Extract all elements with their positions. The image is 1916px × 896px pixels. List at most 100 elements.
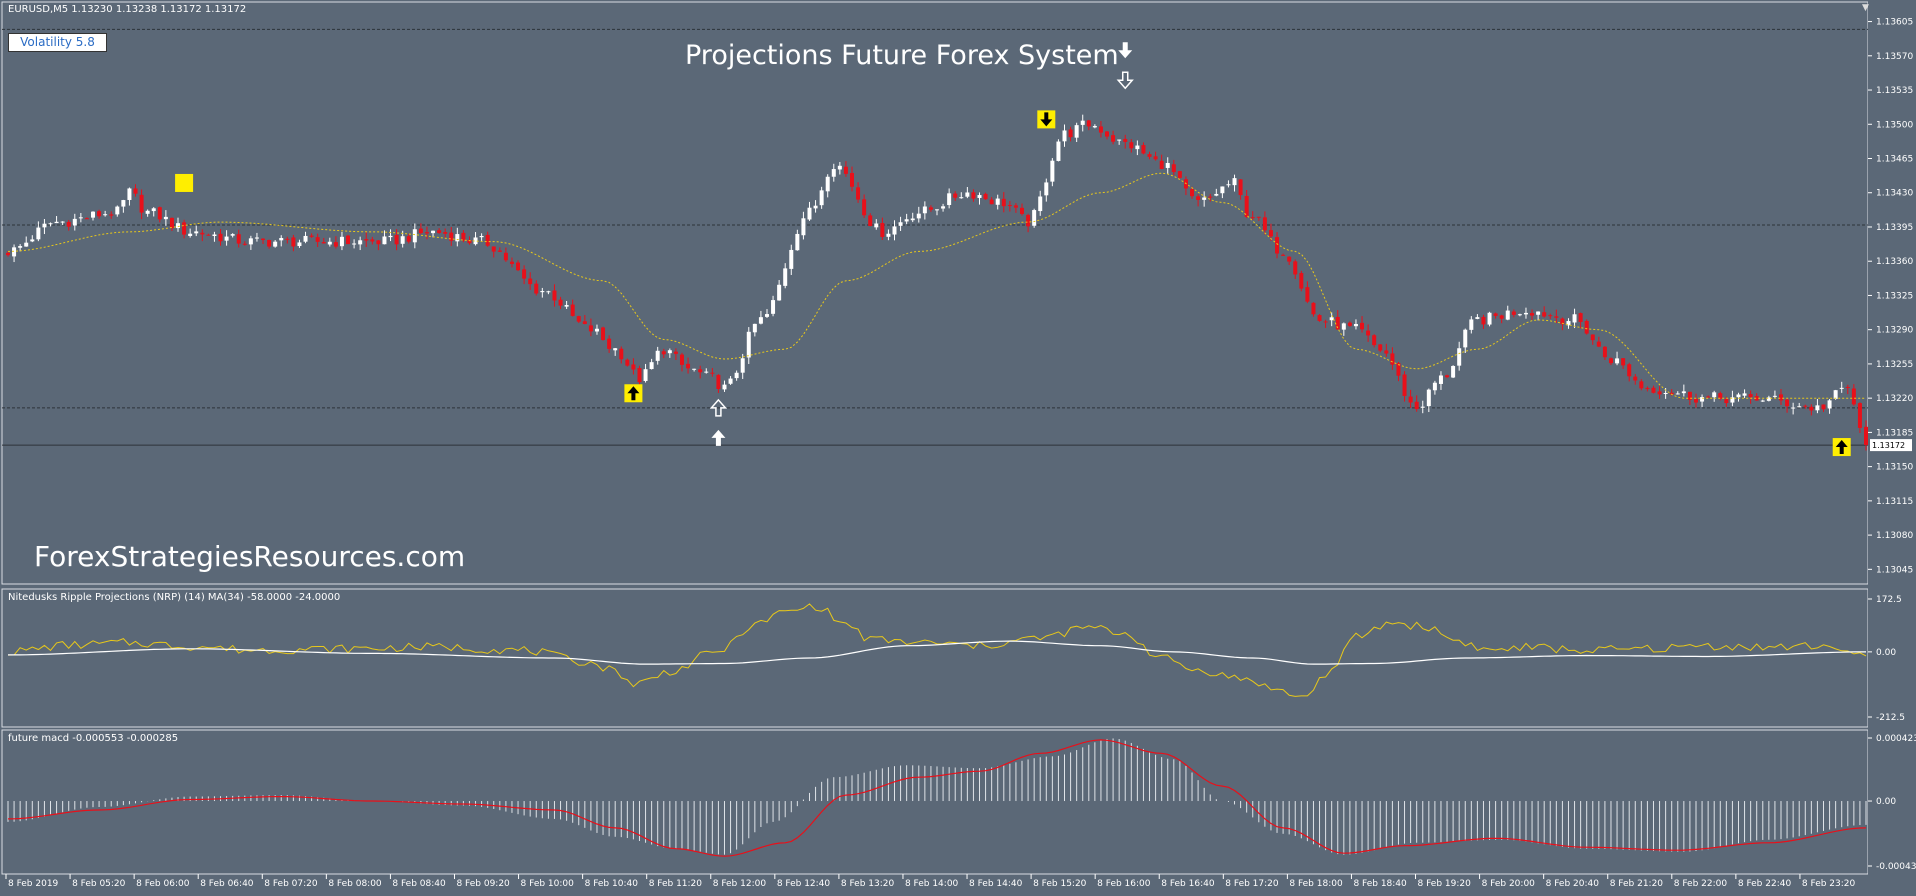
candle-body — [248, 238, 253, 245]
candle-body — [1268, 230, 1273, 237]
candle-body — [1851, 388, 1856, 405]
price-tick-label: 1.13500 — [1876, 120, 1913, 130]
candle-body — [24, 242, 29, 247]
candle-body — [1153, 156, 1158, 160]
candle-body — [1293, 261, 1298, 275]
candle-body — [947, 193, 952, 206]
candle-body — [333, 242, 338, 247]
candle-body — [977, 195, 982, 198]
candle-body — [1232, 178, 1237, 186]
time-tick-label: 8 Feb 17:20 — [1225, 879, 1279, 889]
mt4-chart-window[interactable]: 1.13605 1.13570 1.13535 1.13500 1.13465 1.134… — [0, 0, 1916, 896]
candle-body — [1360, 322, 1365, 330]
candle-body — [910, 218, 915, 221]
candle-body — [522, 269, 527, 279]
time-tick-label: 8 Feb 13:20 — [841, 879, 895, 889]
sell-signal-icon — [1037, 110, 1056, 129]
candle-body — [1317, 315, 1322, 321]
candle-body — [995, 198, 1000, 205]
price-tick-label: 1.13360 — [1876, 257, 1913, 267]
candle-body — [273, 241, 278, 247]
candle-body — [1517, 314, 1522, 316]
price-tick-label: 1.13255 — [1876, 360, 1913, 370]
candle-body — [418, 228, 423, 234]
candle-body — [42, 223, 47, 228]
candle-body — [339, 236, 344, 247]
symbol-header: EURUSD,M5 1.13230 1.13238 1.13172 1.1317… — [8, 4, 247, 15]
candle-body — [1760, 400, 1765, 402]
candle-body — [667, 350, 672, 354]
time-tick-label: 8 Feb 21:20 — [1610, 879, 1664, 889]
chart-canvas[interactable]: 1.13605 1.13570 1.13535 1.13500 1.13465 1.134… — [0, 0, 1916, 896]
candle-body — [1208, 196, 1213, 198]
time-tick-label: 8 Feb 11:20 — [649, 879, 703, 889]
candle-body — [558, 299, 563, 306]
time-tick-label: 8 Feb 19:20 — [1418, 879, 1472, 889]
candle-body — [1038, 196, 1043, 212]
candle-body — [1329, 317, 1334, 321]
nrp-scale-label: -212.5 — [1876, 713, 1905, 723]
candle-body — [1165, 163, 1170, 168]
candle-body — [254, 237, 259, 239]
price-tick-label: 1.13395 — [1876, 223, 1913, 233]
candle-body — [801, 218, 806, 236]
price-tick-label: 1.13570 — [1876, 52, 1913, 62]
candle-body — [856, 187, 861, 200]
candle-body — [1639, 381, 1644, 389]
candle-body — [649, 362, 654, 370]
candle-body — [1341, 323, 1346, 330]
candle-body — [831, 169, 836, 177]
candle-body — [60, 221, 65, 223]
candle-body — [1220, 186, 1225, 194]
candle-body — [18, 246, 23, 248]
candle-body — [1596, 341, 1601, 347]
time-tick-label: 8 Feb 05:20 — [72, 879, 126, 889]
price-tick-label: 1.13465 — [1876, 155, 1913, 165]
candle-body — [503, 252, 508, 261]
candle-body — [12, 247, 17, 257]
time-tick-label: 8 Feb 16:40 — [1161, 879, 1215, 889]
candle-body — [1797, 406, 1802, 408]
chart-dropdown-icon[interactable]: ▼ — [1862, 3, 1869, 13]
time-tick-label: 8 Feb 12:00 — [713, 879, 767, 889]
candle-body — [582, 321, 587, 324]
candle-body — [1615, 358, 1620, 364]
candle-body — [625, 359, 630, 366]
candle-body — [716, 374, 721, 389]
candle-body — [1092, 126, 1097, 128]
candle-body — [1845, 386, 1850, 388]
candle-body — [546, 291, 551, 293]
candle-body — [461, 232, 466, 241]
candle-body — [1785, 399, 1790, 407]
candle-body — [1827, 400, 1832, 409]
candle-body — [1147, 154, 1152, 157]
time-tick-label: 8 Feb 08:00 — [328, 879, 382, 889]
candle-body — [1657, 391, 1662, 395]
candle-body — [862, 199, 867, 216]
candle-body — [1815, 405, 1820, 411]
candle-body — [121, 200, 126, 207]
candle-body — [1299, 273, 1304, 289]
candle-body — [346, 235, 351, 245]
candle-body — [479, 236, 484, 238]
time-tick-label: 8 Feb 20:00 — [1482, 879, 1536, 889]
candle-body — [78, 217, 83, 219]
candle-body — [1117, 139, 1122, 141]
candle-body — [637, 368, 642, 383]
candle-body — [382, 236, 387, 245]
candle-body — [1007, 205, 1012, 207]
nrp-panel-label: Nitedusks Ripple Projections (NRP) (14) … — [8, 592, 341, 603]
candle-body — [376, 240, 381, 245]
candle-body — [679, 354, 684, 365]
price-tick-label: 1.13290 — [1876, 326, 1913, 336]
candle-body — [1105, 131, 1110, 137]
candle-body — [1250, 217, 1255, 219]
candle-body — [303, 235, 308, 242]
candle-body — [491, 246, 496, 252]
candle-body — [928, 207, 933, 210]
macd-scale-label: 0.00 — [1876, 797, 1896, 807]
candle-body — [959, 197, 964, 199]
candle-body — [552, 290, 557, 301]
candle-body — [1475, 317, 1480, 319]
candle-body — [983, 193, 988, 200]
